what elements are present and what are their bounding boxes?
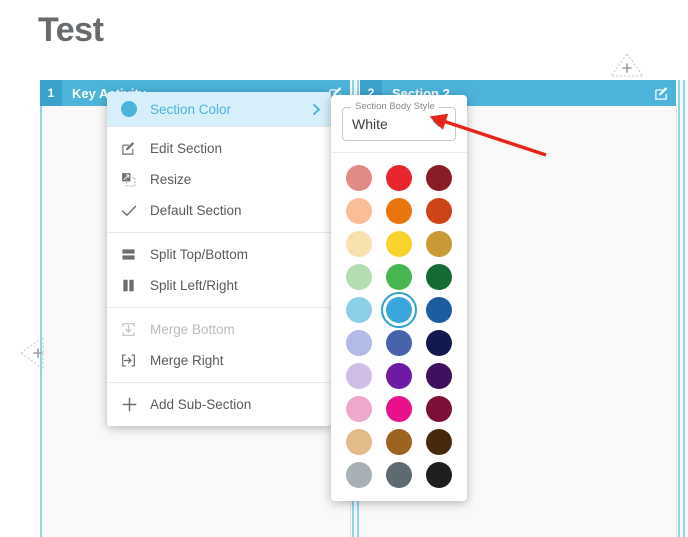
color-swatch[interactable] [345,396,372,422]
menu-group-merge: Merge Bottom Merge Right [107,308,331,382]
color-swatch[interactable] [426,363,453,389]
section-context-menu[interactable]: Section Color Edit Section Resize Defaul… [107,92,331,426]
color-swatch[interactable] [426,264,453,290]
section-body-style-select[interactable]: Section Body Style White [342,101,456,141]
color-swatch[interactable] [426,198,453,224]
menu-item-merge-bottom: Merge Bottom [107,314,331,345]
color-swatch[interactable] [426,297,453,323]
guide-rule-right-2 [683,80,685,537]
color-swatch[interactable] [426,429,453,455]
menu-item-split-left-right-label: Split Left/Right [150,278,238,293]
color-swatch[interactable] [345,462,372,488]
menu-item-add-sub-section[interactable]: Add Sub-Section [107,389,331,420]
section-1-number: 1 [40,80,62,106]
color-swatch[interactable] [426,462,453,488]
menu-item-default-section[interactable]: Default Section [107,195,331,226]
menu-item-merge-right-label: Merge Right [150,353,224,368]
color-swatch[interactable] [385,165,412,191]
color-swatch[interactable] [345,330,372,356]
section-color-panel[interactable]: Section Body Style White [331,95,467,501]
color-swatch[interactable] [345,429,372,455]
menu-group-add: Add Sub-Section [107,383,331,426]
section-body-style-legend: Section Body Style [351,101,439,113]
menu-item-resize[interactable]: Resize [107,164,331,195]
menu-group-color: Section Color [107,92,331,126]
color-swatch[interactable] [426,231,453,257]
resize-icon [121,172,143,187]
chevron-down-icon [432,115,446,133]
add-section-top-handle[interactable] [608,51,646,79]
menu-group-split: Split Top/Bottom Split Left/Right [107,233,331,307]
color-swatch[interactable] [426,396,453,422]
guide-rule-right [678,80,680,537]
color-swatch[interactable] [345,363,372,389]
section-body-style-value: White [352,116,388,132]
menu-item-edit-section-label: Edit Section [150,141,223,156]
color-dot-icon [121,101,143,117]
color-swatch[interactable] [426,330,453,356]
split-horizontal-icon [121,247,143,262]
color-swatch[interactable] [385,429,412,455]
section-2-edit-icon[interactable] [653,85,669,101]
menu-item-section-color[interactable]: Section Color [107,92,331,126]
chevron-right-icon [312,103,321,116]
color-swatch[interactable] [385,462,412,488]
menu-item-split-left-right[interactable]: Split Left/Right [107,270,331,301]
menu-item-edit-section[interactable]: Edit Section [107,133,331,164]
merge-bottom-icon [121,322,143,337]
color-swatch[interactable] [345,297,372,323]
color-swatch[interactable] [345,231,372,257]
color-swatch[interactable] [345,198,372,224]
color-swatch[interactable] [345,165,372,191]
menu-item-add-sub-section-label: Add Sub-Section [150,397,252,412]
color-swatch[interactable] [385,198,412,224]
edit-pencil-square-icon [121,141,143,156]
section-body-style-group: Section Body Style White [331,95,467,153]
menu-item-merge-bottom-label: Merge Bottom [150,322,235,337]
color-swatch[interactable] [385,330,412,356]
menu-item-merge-right[interactable]: Merge Right [107,345,331,376]
merge-right-icon [121,353,143,368]
color-swatch[interactable] [385,396,412,422]
menu-item-split-top-bottom[interactable]: Split Top/Bottom [107,239,331,270]
color-swatch[interactable] [385,363,412,389]
color-swatch[interactable] [385,264,412,290]
menu-item-section-color-label: Section Color [150,101,232,117]
color-swatch[interactable] [345,264,372,290]
color-swatch-grid[interactable] [331,153,467,501]
menu-item-split-top-bottom-label: Split Top/Bottom [150,247,249,262]
page-title: Test [38,11,104,49]
check-icon [121,204,143,218]
split-vertical-icon [121,278,143,293]
menu-group-edit: Edit Section Resize Default Section [107,127,331,232]
color-swatch[interactable] [426,165,453,191]
color-swatch[interactable] [385,231,412,257]
add-section-left-handle[interactable] [18,334,46,372]
color-swatch[interactable] [380,292,417,328]
plus-icon [121,396,143,413]
menu-item-resize-label: Resize [150,172,192,187]
menu-item-default-section-label: Default Section [150,203,242,218]
